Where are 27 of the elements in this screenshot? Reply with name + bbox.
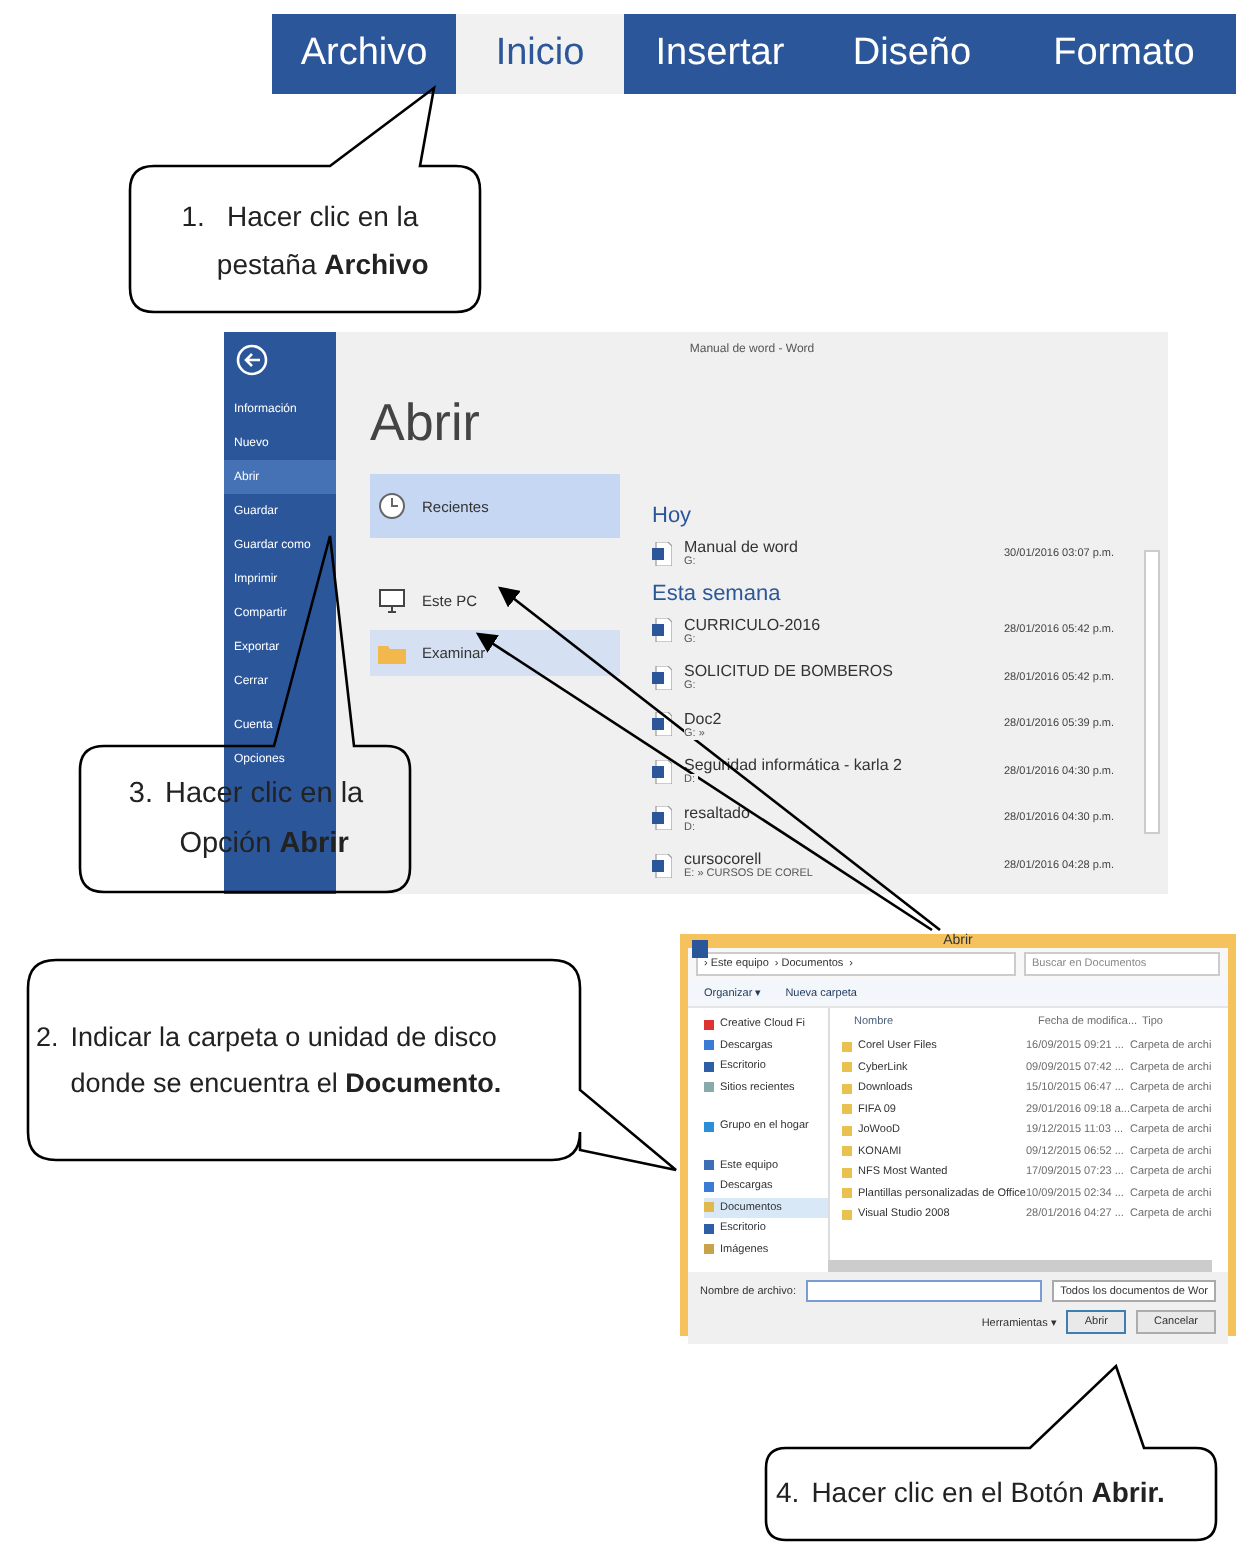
- file-name[interactable]: SOLICITUD DE BOMBEROS: [684, 662, 992, 681]
- folder-icon: [378, 642, 406, 664]
- group-label: Hoy: [652, 504, 694, 528]
- document-icon: [652, 618, 672, 643]
- clock-icon: [378, 492, 406, 520]
- file-name[interactable]: cursocorell: [684, 850, 992, 869]
- scrollbar[interactable]: [828, 1260, 1212, 1272]
- file-name[interactable]: CURRICULO-2016: [684, 615, 992, 634]
- file-name[interactable]: resaltado: [684, 803, 992, 822]
- computer-icon: [378, 587, 406, 613]
- callout-text: 1. Hacer clic en la pestaña Archivo: [179, 198, 431, 284]
- file-name[interactable]: Doc2: [684, 709, 992, 728]
- document-icon: [652, 759, 672, 784]
- document-icon: [652, 712, 672, 737]
- callout-text: 2. Indicar la carpeta o unidad de disco donde se encuentra el Documento.: [36, 1020, 504, 1102]
- filename-field[interactable]: [806, 1280, 1043, 1302]
- document-icon: [652, 806, 672, 831]
- document-icon: [652, 541, 672, 566]
- page-heading: Abrir: [370, 392, 482, 454]
- callout-text: 4. Hacer clic en el Botón Abrir.: [776, 1474, 1167, 1512]
- file-name[interactable]: Manual de word: [684, 538, 992, 557]
- ribbon-tab[interactable]: Inicio: [456, 14, 624, 94]
- scrollbar[interactable]: [1144, 550, 1160, 834]
- document-icon: [652, 853, 672, 878]
- document-icon: [652, 665, 672, 690]
- group-label: Esta semana: [652, 581, 783, 605]
- word-icon: [692, 940, 708, 958]
